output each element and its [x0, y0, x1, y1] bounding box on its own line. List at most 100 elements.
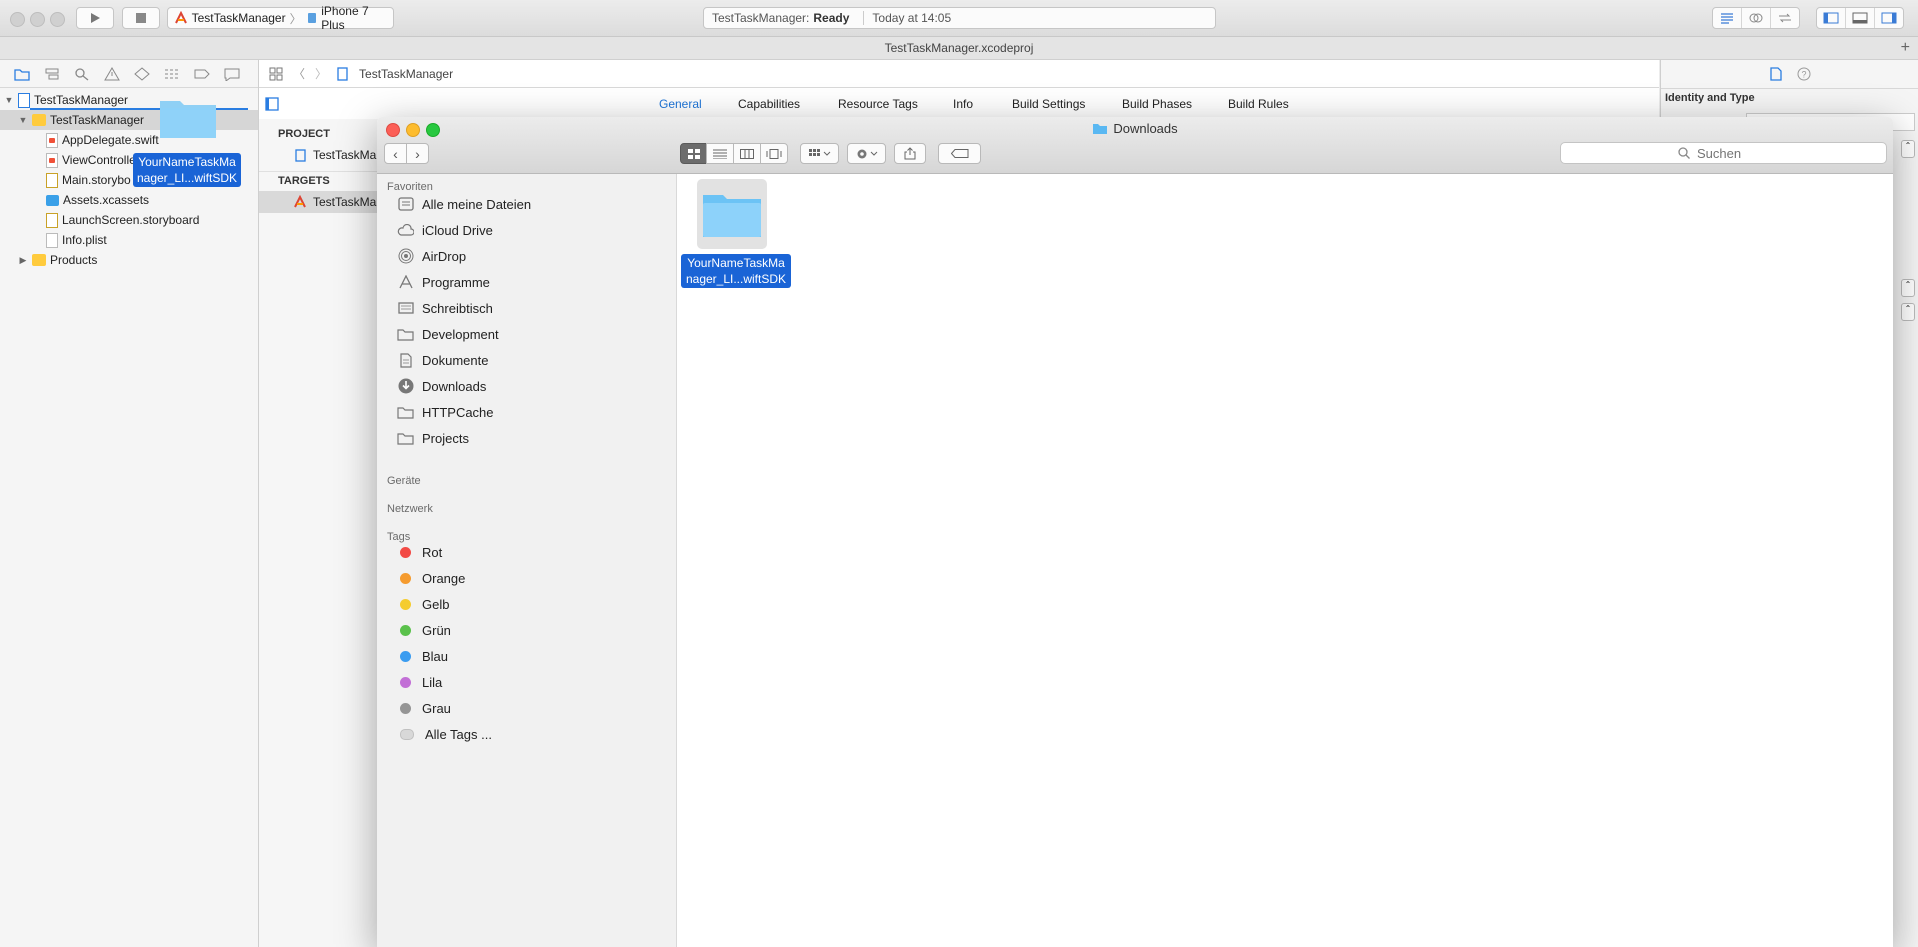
- scheme-name: TestTaskManager: [191, 11, 286, 25]
- sidebar-item-applications[interactable]: Programme: [397, 270, 667, 294]
- stepper-icon[interactable]: ⌃: [1901, 303, 1915, 321]
- forward-button[interactable]: ›: [406, 143, 429, 164]
- disclosure-open-icon[interactable]: ▼: [4, 95, 14, 105]
- tab-capabilities[interactable]: Capabilities: [738, 97, 800, 111]
- sidebar-item-projects[interactable]: Projects: [397, 426, 667, 450]
- panel-toggle-segment[interactable]: [1816, 7, 1904, 29]
- sidebar-item-desktop[interactable]: Schreibtisch: [397, 296, 667, 320]
- network-header[interactable]: Netzwerk: [387, 503, 433, 515]
- zoom-window-button[interactable]: [50, 12, 65, 27]
- arrange-icon: [808, 148, 830, 156]
- sidebar-tag-gray[interactable]: Grau: [397, 696, 667, 720]
- tab-build-phases[interactable]: Build Phases: [1122, 97, 1192, 111]
- list-view-button[interactable]: [706, 143, 734, 164]
- warning-icon[interactable]: [104, 66, 120, 81]
- sidebar-item-downloads[interactable]: Downloads: [397, 374, 667, 398]
- target-item[interactable]: TestTaskMar: [259, 191, 380, 213]
- file-name-label: YourNameTaskMa nager_LI...wiftSDK: [681, 254, 791, 288]
- version-editor-icon[interactable]: [1771, 8, 1799, 28]
- jump-bar-target[interactable]: TestTaskManager: [359, 67, 453, 81]
- sidebar-item-httpcache[interactable]: HTTPCache: [397, 400, 667, 424]
- finder-toolbar: Downloads ‹ ›: [377, 117, 1893, 174]
- editor-mode-segment[interactable]: [1712, 7, 1800, 29]
- back-button[interactable]: ‹: [384, 143, 407, 164]
- sidebar-toggle-icon[interactable]: [265, 97, 279, 111]
- add-tab-icon[interactable]: +: [1901, 37, 1910, 59]
- nav-item-file[interactable]: AppDelegate.swift: [0, 130, 258, 150]
- action-button[interactable]: [847, 143, 886, 164]
- disclosure-closed-icon[interactable]: ▶: [18, 255, 28, 266]
- nav-item-project[interactable]: ▼ TestTaskManager: [0, 90, 258, 110]
- stepper-icon[interactable]: ⌃: [1901, 279, 1915, 297]
- group-folder-icon: [32, 254, 46, 266]
- stop-button[interactable]: [122, 7, 160, 29]
- breakpoint-icon[interactable]: [194, 67, 210, 81]
- red-tag-icon: [400, 546, 411, 558]
- sidebar-tag-green[interactable]: Grün: [397, 618, 667, 642]
- column-view-button[interactable]: [733, 143, 761, 164]
- back-arrow-icon[interactable]: 〈: [293, 65, 305, 82]
- sidebar-all-tags[interactable]: Alle Tags ...: [397, 722, 667, 746]
- stepper-icon[interactable]: ⌃: [1901, 140, 1915, 158]
- nav-item-file[interactable]: LaunchScreen.storyboard: [0, 210, 258, 230]
- tab-resource-tags[interactable]: Resource Tags: [838, 97, 918, 111]
- sidebar-item-development[interactable]: Development: [397, 322, 667, 346]
- test-icon[interactable]: [134, 66, 150, 81]
- minimize-window-button[interactable]: [30, 12, 45, 27]
- arrange-button[interactable]: [800, 143, 839, 164]
- cloud-icon: [397, 223, 414, 237]
- gear-icon: [857, 149, 877, 158]
- search-icon[interactable]: [74, 67, 90, 81]
- sidebar-item-airdrop[interactable]: AirDrop: [397, 244, 667, 268]
- help-icon[interactable]: ?: [1797, 67, 1811, 81]
- search-input[interactable]: [1695, 144, 1769, 162]
- project-item[interactable]: TestTaskMar: [259, 144, 380, 166]
- tab-info[interactable]: Info: [953, 97, 973, 111]
- sidebar-tag-blue[interactable]: Blau: [397, 644, 667, 668]
- scheme-selector[interactable]: TestTaskManager 〉 iPhone 7 Plus: [167, 4, 394, 32]
- icon-view-button[interactable]: [680, 143, 707, 164]
- nav-item-label: Main.storybo: [62, 173, 131, 187]
- sidebar-tag-red[interactable]: Rot: [397, 540, 667, 564]
- nav-item-group[interactable]: ▶ Products: [0, 250, 258, 270]
- sidebar-item-icloud[interactable]: iCloud Drive: [397, 218, 667, 242]
- nav-item-label: Info.plist: [62, 233, 107, 247]
- disclosure-open-icon[interactable]: ▼: [18, 115, 28, 125]
- cover-flow-button[interactable]: [760, 143, 788, 164]
- sidebar-tag-purple[interactable]: Lila: [397, 670, 667, 694]
- nav-item-file[interactable]: Info.plist: [0, 230, 258, 250]
- devices-header[interactable]: Geräte: [387, 475, 421, 487]
- close-window-button[interactable]: [10, 12, 25, 27]
- sidebar-tag-yellow[interactable]: Gelb: [397, 592, 667, 616]
- assistant-editor-icon[interactable]: [1742, 8, 1771, 28]
- folder-icon: [397, 405, 414, 419]
- inspector-tabs: ?: [1661, 60, 1918, 89]
- activity-status: TestTaskManager: Ready Today at 14:05: [703, 7, 1216, 29]
- search-field[interactable]: [1560, 142, 1887, 164]
- toggle-navigator-icon[interactable]: [1817, 8, 1846, 28]
- debug-icon[interactable]: [164, 67, 180, 81]
- project-file-icon: [337, 66, 348, 81]
- file-inspector-icon[interactable]: [1770, 67, 1782, 81]
- run-button[interactable]: [76, 7, 114, 29]
- report-icon[interactable]: [224, 67, 240, 81]
- nav-item-group[interactable]: ▼ TestTaskManager: [0, 110, 258, 130]
- sidebar-tag-orange[interactable]: Orange: [397, 566, 667, 590]
- share-button[interactable]: [894, 143, 926, 164]
- sidebar-item-all-files[interactable]: Alle meine Dateien: [397, 192, 667, 216]
- tags-button[interactable]: [938, 143, 981, 164]
- tab-build-rules[interactable]: Build Rules: [1228, 97, 1289, 111]
- tab-build-settings[interactable]: Build Settings: [1012, 97, 1085, 111]
- folder-icon[interactable]: [14, 67, 30, 81]
- nav-item-label: ViewControlle: [62, 153, 136, 167]
- tab-general[interactable]: General: [659, 97, 702, 111]
- sidebar-item-documents[interactable]: Dokumente: [397, 348, 667, 372]
- toggle-debug-icon[interactable]: [1846, 8, 1875, 28]
- file-item[interactable]: YourNameTaskMa nager_LI...wiftSDK: [677, 174, 797, 294]
- toggle-inspector-icon[interactable]: [1875, 8, 1903, 28]
- standard-editor-icon[interactable]: [1713, 8, 1742, 28]
- nav-item-file[interactable]: Assets.xcassets: [0, 190, 258, 210]
- forward-arrow-icon[interactable]: 〉: [315, 65, 327, 82]
- related-items-icon[interactable]: [269, 67, 283, 81]
- hierarchy-icon[interactable]: [44, 67, 60, 81]
